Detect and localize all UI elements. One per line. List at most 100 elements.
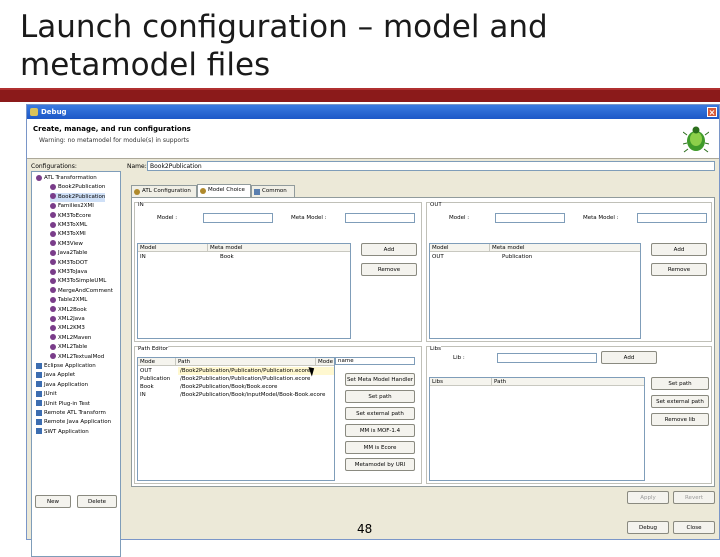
new-button[interactable]: New: [35, 495, 71, 508]
in-metamodel-label: Meta Model :: [291, 215, 327, 221]
tree-item-label: Table2XML: [58, 297, 88, 304]
out-metamodel-field[interactable]: [637, 213, 707, 223]
close-button[interactable]: Close: [673, 521, 715, 534]
out-model-field[interactable]: [495, 213, 565, 223]
libs-action-button[interactable]: Set external path: [651, 395, 709, 408]
path-name-field[interactable]: name: [335, 357, 415, 365]
tree-item[interactable]: XML2Java: [50, 315, 85, 324]
tree-item[interactable]: Java Applet: [36, 371, 75, 380]
tree-item[interactable]: KM3ToSimpleUML: [50, 277, 106, 286]
tree-item[interactable]: Remote ATL Transform: [36, 409, 106, 418]
lib-label: Lib :: [453, 355, 465, 361]
tree-item[interactable]: XML2TextualMod: [50, 353, 104, 362]
in-row-model[interactable]: IN: [138, 253, 146, 261]
tree-item[interactable]: SWT Application: [36, 428, 89, 437]
tree-item[interactable]: KM3ToJava: [50, 268, 87, 277]
config-type-icon: [50, 277, 56, 284]
tab-atl-configuration[interactable]: ATL Configuration: [131, 185, 197, 197]
dialog-titlebar[interactable]: Debug ×: [27, 105, 719, 119]
in-table[interactable]: Model Meta model IN Book: [137, 243, 351, 339]
tree-item[interactable]: Java2Table: [50, 249, 87, 258]
libs-action-button[interactable]: Set path: [651, 377, 709, 390]
tree-item-label: Remote ATL Transform: [44, 410, 106, 416]
tab-common[interactable]: Common: [251, 185, 295, 197]
configurations-label: Configurations:: [31, 163, 77, 170]
out-remove-button[interactable]: Remove: [651, 263, 707, 276]
atl-icon: [134, 189, 140, 195]
tree-item[interactable]: Remote Java Application: [36, 418, 111, 427]
path-table[interactable]: Mode Path Mode OUT/Book2Publication/Publ…: [137, 357, 335, 481]
in-add-button[interactable]: Add: [361, 243, 417, 256]
tree-item-label: KM3ToJava: [58, 269, 88, 275]
name-field[interactable]: Book2Publication: [147, 161, 715, 171]
path-row-mode[interactable]: IN: [138, 391, 146, 399]
close-icon[interactable]: ×: [707, 107, 717, 117]
tree-item[interactable]: XML2Table: [50, 343, 87, 352]
path-action-button[interactable]: MM is Ecore: [345, 441, 415, 454]
path-action-button[interactable]: Metamodel by URI: [345, 458, 415, 471]
tree-item[interactable]: Table2XML: [50, 296, 87, 305]
debug-icon: [30, 108, 38, 116]
tree-item[interactable]: XML2Maven: [50, 334, 91, 343]
path-row-mode[interactable]: Book: [138, 383, 154, 391]
tree-item[interactable]: KM3ToXMI: [50, 230, 86, 239]
tree-item[interactable]: XML2Book: [50, 306, 87, 315]
path-row-path[interactable]: /Book2Publication/Book/inputModel/Book-B…: [178, 391, 334, 399]
apply-button[interactable]: Apply: [627, 491, 669, 504]
in-remove-button[interactable]: Remove: [361, 263, 417, 276]
config-type-icon: [50, 306, 56, 313]
header-warning: Warning: no metamodel for module(s) in s…: [39, 137, 190, 144]
in-row-metamodel[interactable]: Book: [218, 253, 234, 261]
config-type-icon: [50, 296, 56, 303]
config-type-icon: [50, 343, 56, 350]
path-action-button[interactable]: MM is MOF-1.4: [345, 424, 415, 437]
tree-item[interactable]: JUnit Plug-in Test: [36, 400, 90, 409]
config-type-icon: [36, 381, 42, 388]
config-type-icon: [36, 428, 42, 435]
tree-item[interactable]: Book2Publication: [50, 192, 106, 202]
config-type-icon: [50, 240, 56, 247]
libs-group-label: Libs: [430, 346, 441, 352]
path-action-button[interactable]: Set external path: [345, 407, 415, 420]
config-type-icon: [50, 268, 56, 275]
out-table[interactable]: Model Meta model OUT Publication: [429, 243, 641, 339]
tree-item-label: XML2Maven: [58, 334, 92, 341]
out-row-metamodel[interactable]: Publication: [500, 253, 532, 261]
tree-item[interactable]: Java Application: [36, 381, 88, 390]
path-editor-label: Path Editor: [138, 346, 169, 352]
tree-item[interactable]: Eclipse Application: [36, 362, 96, 371]
in-model-field[interactable]: [203, 213, 273, 223]
tree-item[interactable]: ATL Transformation: [36, 174, 97, 183]
path-row-mode[interactable]: OUT: [138, 367, 152, 375]
out-group: OUT Model : Meta Model : Model Meta mode…: [426, 202, 712, 342]
tree-item[interactable]: KM3View: [50, 240, 83, 249]
lib-add-button[interactable]: Add: [601, 351, 657, 364]
tree-item[interactable]: Book2Publication: [50, 183, 105, 192]
in-metamodel-field[interactable]: [345, 213, 415, 223]
path-action-button[interactable]: Set Meta Model Handler: [345, 373, 415, 386]
tree-item[interactable]: Families2XMI: [50, 202, 94, 211]
config-type-icon: [36, 400, 42, 407]
tab-model-choice[interactable]: Model Choice: [197, 184, 251, 197]
path-row-mode[interactable]: Publication: [138, 375, 170, 383]
tree-item[interactable]: KM3ToXML: [50, 221, 87, 230]
tree-item[interactable]: MergeAndComment: [50, 287, 113, 296]
config-type-icon: [50, 183, 56, 190]
out-row-model[interactable]: OUT: [430, 253, 444, 261]
tree-item-label: Families2XMI: [58, 203, 94, 210]
tree-item[interactable]: KM3ToEcore: [50, 212, 91, 221]
out-add-button[interactable]: Add: [651, 243, 707, 256]
path-row-path[interactable]: /Book2Publication/Publication/Publicatio…: [178, 375, 334, 383]
debug-button[interactable]: Debug: [627, 521, 669, 534]
path-action-button[interactable]: Set path: [345, 390, 415, 403]
path-row-path[interactable]: /Book2Publication/Book/Book.ecore: [178, 383, 334, 391]
lib-field[interactable]: [497, 353, 597, 363]
revert-button[interactable]: Revert: [673, 491, 715, 504]
tree-item[interactable]: XML2KM3: [50, 324, 85, 333]
libs-action-button[interactable]: Remove lib: [651, 413, 709, 426]
tree-item[interactable]: KM3ToDOT: [50, 259, 88, 268]
tree-item[interactable]: JUnit: [36, 390, 57, 399]
out-col-metamodel: Meta model: [490, 244, 640, 252]
delete-button[interactable]: Delete: [77, 495, 117, 508]
libs-table[interactable]: Libs Path: [429, 377, 645, 481]
